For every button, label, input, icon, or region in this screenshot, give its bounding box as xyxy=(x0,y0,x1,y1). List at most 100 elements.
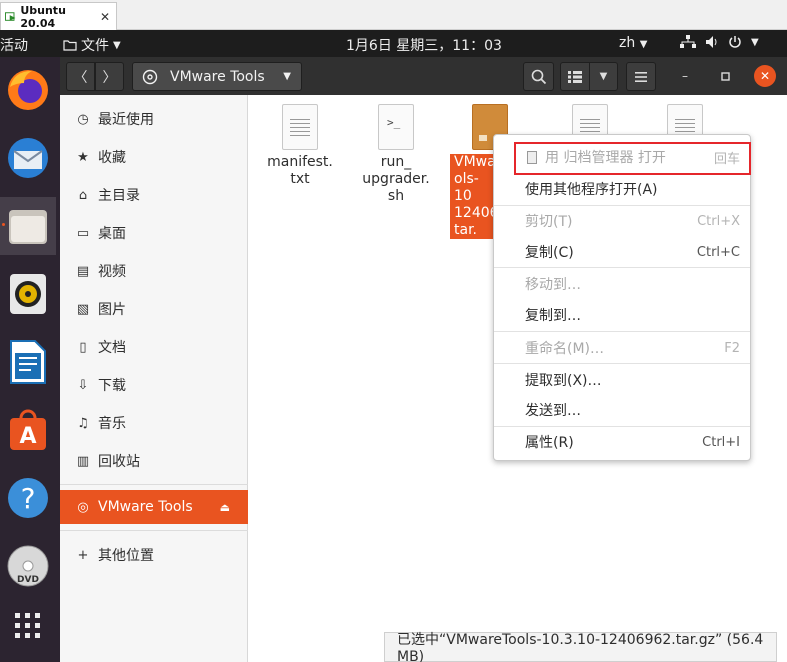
svg-text:DVD: DVD xyxy=(17,575,39,585)
thunderbird-icon[interactable] xyxy=(0,129,56,187)
file-item[interactable]: >_ run_ upgrader. sh xyxy=(356,104,436,205)
menu-item-extract-to[interactable]: 提取到(X)… xyxy=(494,365,750,395)
sidebar-item-other-locations[interactable]: + 其他位置 xyxy=(60,538,248,572)
file-name: VMwa ols-10 12406 tar. xyxy=(450,154,499,239)
home-icon: ⌂ xyxy=(78,187,88,203)
sidebar-item-pictures[interactable]: ▧ 图片 xyxy=(60,292,248,326)
rhythmbox-icon[interactable] xyxy=(0,265,56,323)
menu-item-properties[interactable]: 属性(R) Ctrl+I xyxy=(494,427,750,457)
vm-tab[interactable]: Ubuntu 20.04 ✕ xyxy=(0,2,117,30)
sidebar-item-label: 回收站 xyxy=(98,454,140,470)
software-icon[interactable]: A xyxy=(0,401,56,459)
sidebar-item-desktop[interactable]: ▭ 桌面 xyxy=(60,216,248,250)
close-icon: ✕ xyxy=(759,69,771,83)
back-button[interactable]: 〈 xyxy=(66,62,95,91)
clock-icon: ◷ xyxy=(77,111,89,127)
sidebar: ◷ 最近使用 ★ 收藏 ⌂ 主目录 ▭ 桌面 ▤ 视频 ▧ 图片 ▯ 文档 ⇩ 下载 ♫ 音乐 ▥… xyxy=(60,95,248,662)
menu-item-label: 重命名(M)… xyxy=(525,341,605,357)
plus-icon: + xyxy=(77,547,89,563)
clock[interactable]: 1月6日 星期三，11：03 xyxy=(346,35,502,55)
file-item-selected[interactable]: VMwa ols-10 12406 tar. xyxy=(450,104,508,239)
sidebar-item-documents[interactable]: ▯ 文档 xyxy=(60,330,248,364)
minimize-icon: – xyxy=(682,69,688,83)
menu-item-rename[interactable]: 重命名(M)… F2 xyxy=(494,333,750,363)
sidebar-item-videos[interactable]: ▤ 视频 xyxy=(60,254,248,288)
menu-item-open-with-other[interactable]: 使用其他程序打开(A) xyxy=(494,174,750,204)
menu-item-send-to[interactable]: 发送到… xyxy=(494,395,750,425)
menu-item-copy[interactable]: 复制(C) Ctrl+C xyxy=(494,237,750,267)
location-button[interactable]: VMware Tools ▼ xyxy=(132,62,302,91)
eject-icon[interactable]: ⏏ xyxy=(220,501,230,514)
sidebar-item-label: 其他位置 xyxy=(98,548,154,564)
list-view-icon xyxy=(568,70,582,83)
writer-icon[interactable] xyxy=(0,333,56,391)
context-menu: 用 归档管理器 打开 回车 使用其他程序打开(A) 剪切(T) Ctrl+X 复制… xyxy=(493,134,751,461)
menu-item-cut[interactable]: 剪切(T) Ctrl+X xyxy=(494,206,750,236)
file-item[interactable]: manifest. txt xyxy=(260,104,340,188)
forward-button[interactable]: 〉 xyxy=(95,62,124,91)
document-icon: ▯ xyxy=(79,339,87,355)
input-method-label: zh xyxy=(619,35,636,51)
hamburger-icon xyxy=(635,71,647,82)
menu-item-copy-to[interactable]: 复制到… xyxy=(494,300,750,330)
sidebar-item-trash[interactable]: ▥ 回收站 xyxy=(60,444,248,478)
view-list-button[interactable] xyxy=(560,62,590,91)
menu-item-move-to[interactable]: 移动到… xyxy=(494,269,750,299)
sidebar-item-home[interactable]: ⌂ 主目录 xyxy=(60,178,248,212)
search-button[interactable] xyxy=(523,62,554,91)
app-menu-button[interactable]: 文件 ▼ xyxy=(63,35,121,55)
menu-item-label: 发送到… xyxy=(525,403,581,419)
view-options-button[interactable]: ▼ xyxy=(589,62,618,91)
sidebar-item-downloads[interactable]: ⇩ 下载 xyxy=(60,368,248,402)
firefox-icon[interactable] xyxy=(0,61,56,119)
close-window-button[interactable]: ✕ xyxy=(754,65,776,87)
highlight-annotation-box xyxy=(514,142,751,175)
help-icon[interactable]: ? xyxy=(0,469,56,527)
text-file-icon xyxy=(282,104,318,150)
sidebar-item-vmware-tools[interactable]: ◎ VMware Tools ⏏ xyxy=(60,490,248,524)
power-icon xyxy=(729,36,741,48)
minimize-button[interactable]: – xyxy=(674,65,696,87)
script-file-icon: >_ xyxy=(378,104,414,150)
activities-button[interactable]: 活动 xyxy=(0,35,28,55)
file-name: manifest. txt xyxy=(267,154,333,187)
menu-item-label: 复制(C) xyxy=(525,245,574,261)
file-name: run_ upgrader. sh xyxy=(362,154,430,204)
divider xyxy=(60,530,248,531)
svg-text:?: ? xyxy=(21,482,36,515)
menu-item-label: 移动到… xyxy=(525,277,581,293)
menu-item-label: 剪切(T) xyxy=(525,214,573,230)
status-text: 已选中“VMwareTools-10.3.10-12406962.tar.gz”… xyxy=(397,632,764,662)
sidebar-item-label: 图片 xyxy=(98,302,126,318)
music-icon: ♫ xyxy=(77,415,89,431)
picture-icon: ▧ xyxy=(76,301,90,317)
search-icon xyxy=(531,69,546,84)
menu-item-shortcut: Ctrl+X xyxy=(697,213,740,229)
volume-icon xyxy=(706,36,717,48)
status-bar: 已选中“VMwareTools-10.3.10-12406962.tar.gz”… xyxy=(384,632,777,662)
system-menu[interactable]: ▼ xyxy=(680,35,759,49)
menu-item-label: 提取到(X)… xyxy=(525,373,602,389)
sidebar-item-recent[interactable]: ◷ 最近使用 xyxy=(60,102,248,136)
input-method-button[interactable]: zh ▼ xyxy=(619,35,647,51)
disc-icon: ◎ xyxy=(77,499,89,515)
desktop-icon: ▭ xyxy=(76,225,90,241)
sidebar-item-label: 文档 xyxy=(98,340,126,356)
show-apps-icon[interactable] xyxy=(0,597,56,655)
maximize-button[interactable] xyxy=(714,65,736,87)
files-icon[interactable] xyxy=(0,197,56,255)
menu-separator xyxy=(494,363,750,364)
app-menu-label: 文件 xyxy=(81,38,109,54)
maximize-icon xyxy=(720,71,730,81)
dvd-icon[interactable]: DVD xyxy=(0,537,56,595)
disc-icon xyxy=(142,69,158,84)
menu-button[interactable] xyxy=(626,62,656,91)
sidebar-item-label: 收藏 xyxy=(98,150,126,166)
sidebar-item-music[interactable]: ♫ 音乐 xyxy=(60,406,248,440)
sidebar-item-starred[interactable]: ★ 收藏 xyxy=(60,140,248,174)
menu-item-shortcut: Ctrl+C xyxy=(696,244,740,260)
menu-item-label: 使用其他程序打开(A) xyxy=(525,182,658,198)
menu-item-label: 属性(R) xyxy=(525,435,574,451)
close-icon[interactable]: ✕ xyxy=(100,10,110,24)
video-icon: ▤ xyxy=(76,263,90,279)
